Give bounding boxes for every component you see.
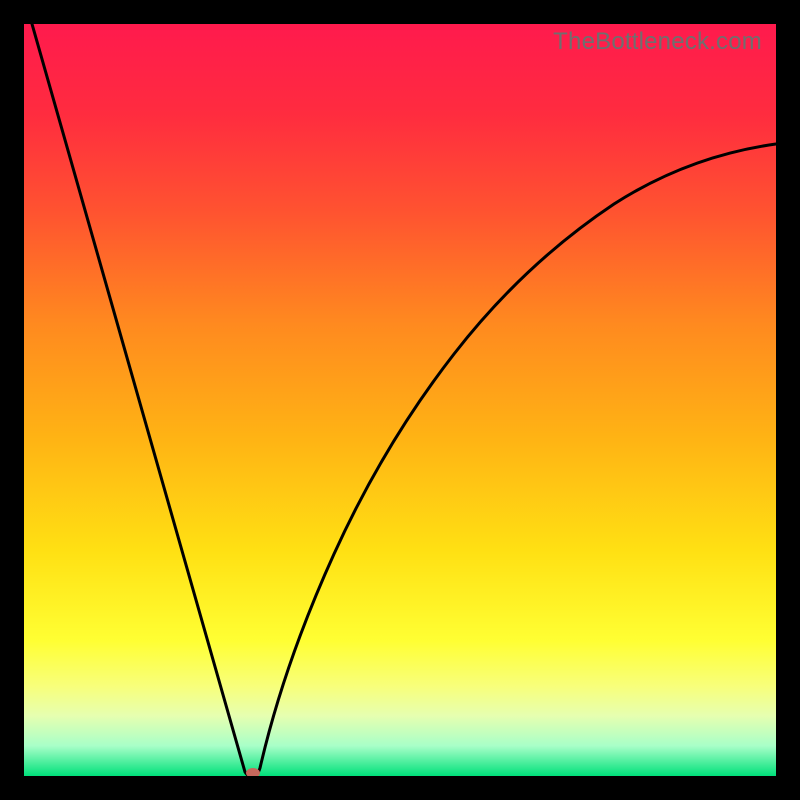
- chart-frame: TheBottleneck.com: [0, 0, 800, 800]
- curve-path: [32, 24, 776, 776]
- bottleneck-curve: [24, 24, 776, 776]
- minimum-marker: [246, 768, 260, 776]
- plot-area: TheBottleneck.com: [24, 24, 776, 776]
